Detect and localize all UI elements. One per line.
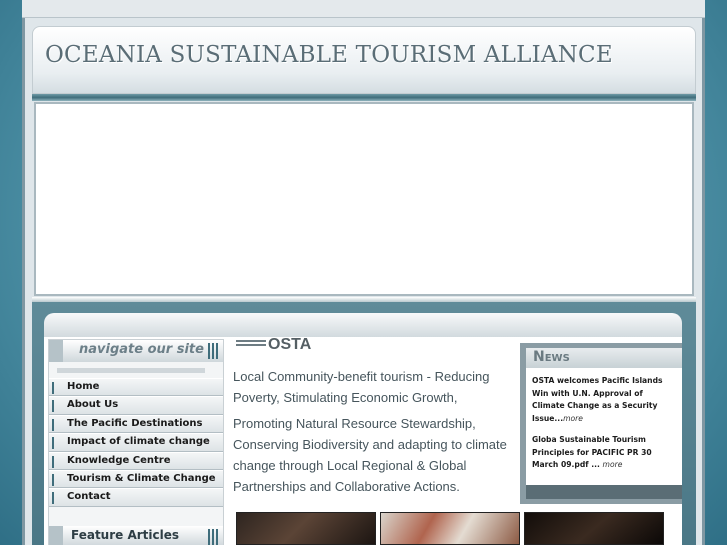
- sidebar-item-label[interactable]: Home: [67, 381, 99, 392]
- news-heading-label: News: [533, 349, 570, 365]
- nav-heading-label: navigate our site: [79, 342, 204, 357]
- feature-articles-label: Feature Articles: [71, 528, 180, 542]
- sidebar-item-pacific-destinations[interactable]: The Pacific Destinations: [49, 414, 223, 434]
- bullet-icon: [52, 418, 54, 431]
- page-title: OSTA: [268, 336, 312, 353]
- sidebar: navigate our site Home About Us The Paci…: [48, 339, 224, 545]
- bullet-icon: [52, 455, 54, 468]
- feature-articles-heading: Feature Articles: [49, 526, 223, 545]
- sidebar-item-label[interactable]: Knowledge Centre: [67, 455, 171, 466]
- news-panel: News OSTA welcomes Pacific Islands Win w…: [526, 348, 682, 499]
- more-link[interactable]: more: [603, 460, 623, 469]
- news-item-text[interactable]: OSTA welcomes Pacific Islands Win with U…: [532, 376, 663, 423]
- browser-top-strip: [22, 0, 705, 18]
- news-item[interactable]: OSTA welcomes Pacific Islands Win with U…: [532, 375, 678, 425]
- news-footer-bar: [526, 485, 682, 499]
- site-header: OCEANIA SUSTAINABLE TOURISM ALLIANCE: [32, 26, 696, 94]
- sidebar-item-home[interactable]: Home: [49, 378, 223, 397]
- site-title[interactable]: OCEANIA SUSTAINABLE TOURISM ALLIANCE: [45, 42, 613, 68]
- bars-icon: [208, 343, 220, 359]
- bullet-icon: [52, 382, 54, 394]
- nav-divider: [57, 368, 205, 373]
- title-lines-icon: [236, 340, 266, 348]
- nav-list: Home About Us The Pacific Destinations I…: [49, 378, 223, 507]
- sidebar-item-about-us[interactable]: About Us: [49, 396, 223, 415]
- sidebar-item-impact-climate-change[interactable]: Impact of climate change: [49, 433, 223, 452]
- feature-photo[interactable]: [236, 512, 376, 545]
- bars-icon: [208, 529, 220, 545]
- sidebar-item-label[interactable]: About Us: [67, 399, 118, 410]
- header-divider: [32, 94, 696, 101]
- news-item[interactable]: Globa Sustainable Tourism Principles for…: [532, 434, 678, 472]
- mission-paragraph: Promoting Natural Resource Stewardship, …: [233, 416, 507, 494]
- news-item-text[interactable]: Globa Sustainable Tourism Principles for…: [532, 435, 652, 469]
- sidebar-item-tourism-climate-change[interactable]: Tourism & Climate Change: [49, 469, 223, 489]
- sidebar-item-contact[interactable]: Contact: [49, 488, 223, 507]
- sidebar-item-label[interactable]: Contact: [67, 491, 111, 502]
- more-link[interactable]: more: [563, 414, 583, 423]
- sidebar-item-knowledge-centre[interactable]: Knowledge Centre: [49, 451, 223, 470]
- feature-photo[interactable]: [380, 512, 520, 545]
- bullet-icon: [52, 492, 54, 505]
- bullet-icon: [52, 473, 54, 486]
- banner-area: [34, 102, 694, 296]
- sidebar-item-label[interactable]: The Pacific Destinations: [67, 418, 202, 429]
- bullet-icon: [52, 437, 54, 450]
- nav-heading: navigate our site: [49, 340, 223, 362]
- content-top-bar: [44, 313, 682, 337]
- feature-photo[interactable]: [524, 512, 664, 545]
- intro-paragraph: Local Community-benefit tourism - Reduci…: [233, 369, 490, 405]
- sidebar-item-label[interactable]: Impact of climate change: [67, 436, 210, 447]
- news-box: News OSTA welcomes Pacific Islands Win w…: [520, 343, 682, 504]
- bullet-icon: [52, 400, 54, 413]
- news-heading: News: [526, 348, 682, 368]
- sidebar-item-label[interactable]: Tourism & Climate Change: [67, 473, 216, 484]
